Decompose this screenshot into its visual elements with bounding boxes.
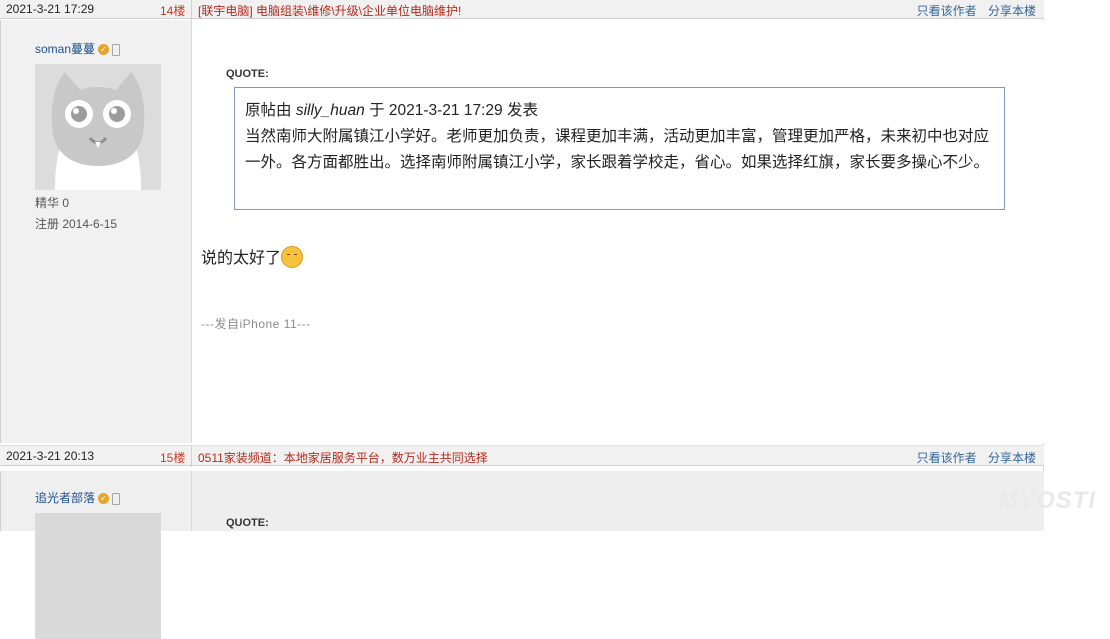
post-body: soman蔓蔓 ✓ 精华 0 注册 2014-6-15 QUOTE: 原帖由 s… [0,20,1044,443]
thread-frame: 2021-3-21 17:29 14楼 [联宇电脑] 电脑组装\维修\升级\企业… [0,0,1044,639]
post-date: 2021-3-21 17:29 [6,2,95,16]
reply-text: 说的太好了 [201,250,282,267]
post-content: QUOTE: 原帖由 silly_huan 于 2021-3-21 17:29 … [193,20,1044,443]
username-link[interactable]: soman蔓蔓 [35,42,95,56]
author-info: soman蔓蔓 ✓ [35,40,121,57]
post-body: 追光者部落 ✓ QUOTE: [0,471,1044,639]
share-floor-link[interactable]: 分享本楼 [988,4,1036,18]
username-link[interactable]: 追光者部落 [35,491,95,505]
author-sidebar: 追光者部落 ✓ [1,471,192,639]
quote-prefix: 原帖由 [245,102,292,119]
quote-header: 原帖由 silly_huan 于 2021-3-21 17:29 发表 [245,98,994,124]
post-header-bar: 2021-3-21 20:13 15楼 0511家装频道：本地家居服务平台，数万… [0,445,1044,467]
divider [191,446,192,467]
author-info: 追光者部落 ✓ [35,489,121,506]
mobile-phone-icon [112,492,121,505]
blushing-emoji-icon [281,246,304,268]
default-avatar-icon [35,64,161,190]
author-sidebar: soman蔓蔓 ✓ 精华 0 注册 2014-6-15 [1,20,192,443]
view-author-only-link[interactable]: 只看该作者 [917,4,977,18]
avatar[interactable] [35,64,161,190]
post-date: 2021-3-21 20:13 [6,449,95,463]
quote-author-link[interactable]: silly_huan [296,102,365,119]
post-header-bar: 2021-3-21 17:29 14楼 [联宇电脑] 电脑组装\维修\升级\企业… [0,0,1044,20]
essence-count: 精华 0 [35,196,70,210]
ad-link[interactable]: 0511家装频道：本地家居服务平台，数万业主共同选择 [198,449,488,466]
floor-number[interactable]: 14楼 [160,2,185,19]
view-author-only-link[interactable]: 只看该作者 [917,451,977,465]
quote-label: QUOTE: [226,517,269,529]
reply-message: 说的太好了 [201,244,304,268]
site-watermark: MYOSTI [997,487,1096,514]
quote-meta: 于 2021-3-21 17:29 发表 [369,102,538,119]
register-date: 注册 2014-6-15 [35,217,118,231]
floor-number[interactable]: 15楼 [160,449,185,466]
ad-link[interactable]: [联宇电脑] 电脑组装\维修\升级\企业单位电脑维护! [198,2,461,19]
quote-label: QUOTE: [226,68,269,80]
mobile-phone-icon [112,43,121,56]
post-actions: 只看该作者 分享本楼 [909,449,1036,466]
quote-block: 原帖由 silly_huan 于 2021-3-21 17:29 发表 当然南师… [234,87,1005,210]
post-content: QUOTE: [193,471,1044,531]
verified-badge-icon: ✓ [98,44,110,56]
divider [191,0,192,20]
post-signature: ---发自iPhone 11--- [201,317,311,331]
avatar[interactable] [35,513,161,639]
post-actions: 只看该作者 分享本楼 [909,2,1036,19]
verified-badge-icon: ✓ [98,493,110,505]
share-floor-link[interactable]: 分享本楼 [988,451,1036,465]
quote-text: 当然南师大附属镇江小学好。老师更加负责，课程更加丰满，活动更加丰富，管理更加严格… [245,128,990,171]
